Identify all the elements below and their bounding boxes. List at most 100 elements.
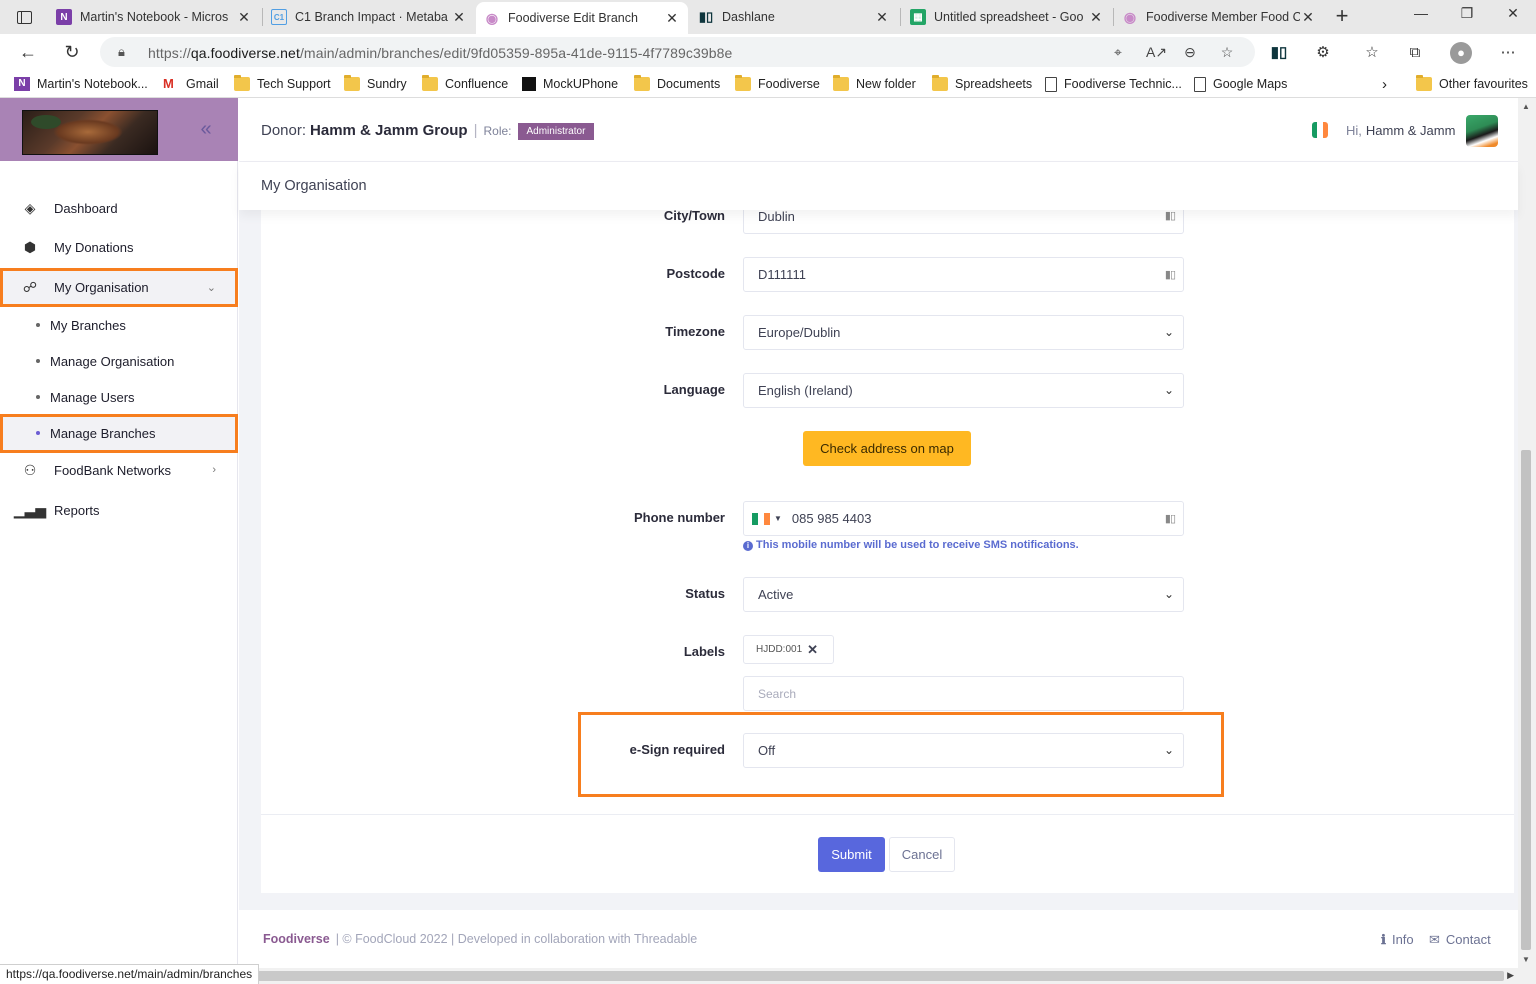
close-window-button[interactable]: ✕ <box>1490 5 1536 29</box>
sidebar-item-foodbank-networks[interactable]: ⚇ FoodBank Networks › <box>0 451 238 489</box>
sidebar-item-reports[interactable]: ▁▃▅ Reports <box>0 491 238 529</box>
profile-icon[interactable]: ● <box>1450 42 1472 64</box>
bookmark-item[interactable]: N Martin's Notebook... <box>14 75 148 93</box>
dashlane-field-icon[interactable]: ▮▯ <box>1165 512 1176 525</box>
sidebar-item-dashboard[interactable]: ◈ Dashboard <box>0 189 238 227</box>
url-bar[interactable]: 🔒︎ https://qa.foodiverse.net/main/admin/… <box>100 37 1255 67</box>
folder-icon <box>234 75 250 91</box>
zoom-out-icon[interactable]: ⊖ <box>1180 42 1200 62</box>
timezone-select[interactable]: Europe/Dublin ⌄ <box>743 315 1184 350</box>
dashlane-field-icon[interactable]: ▮▯ <box>1165 268 1176 281</box>
bookmark-folder[interactable]: Documents <box>634 75 720 93</box>
language-select[interactable]: English (Ireland) ⌄ <box>743 373 1184 408</box>
postcode-label: Postcode <box>666 266 725 281</box>
bookmark-folder[interactable]: Tech Support <box>234 75 331 93</box>
sidebar-item-my-donations[interactable]: ⬢ My Donations <box>0 228 238 266</box>
foodiverse-icon: ◉ <box>1123 8 1137 25</box>
scroll-up-icon[interactable]: ▲ <box>1522 102 1530 111</box>
ireland-flag-icon[interactable] <box>752 512 770 525</box>
scroll-down-icon[interactable]: ▼ <box>1522 955 1530 964</box>
minimize-button[interactable]: — <box>1398 5 1444 29</box>
avatar[interactable] <box>1466 115 1498 147</box>
bookmark-folder[interactable]: New folder <box>833 75 916 93</box>
sidebar-item-label: Manage Branches <box>50 425 156 441</box>
label-tag: HJDD:001 ✕ <box>743 635 834 664</box>
user-greeting[interactable]: Hi, Hamm & Jamm <box>1346 123 1455 138</box>
esign-required-select[interactable]: Off ⌄ <box>743 733 1184 768</box>
page-footer: Foodiverse | © FoodCloud 2022 | Developed… <box>239 912 1518 968</box>
submit-button[interactable]: Submit <box>818 837 885 872</box>
sidebar-item-my-organisation[interactable]: ☍ My Organisation ⌄ <box>0 268 238 306</box>
restore-button[interactable]: ❐ <box>1444 5 1490 29</box>
close-tab-icon[interactable]: ✕ <box>236 9 252 26</box>
new-tab-button[interactable]: + <box>1330 5 1354 29</box>
scroll-right-icon[interactable]: ▶ <box>1507 970 1514 981</box>
location-icon[interactable]: ⌖ <box>1108 42 1128 62</box>
tab-actions-icon[interactable] <box>10 6 38 28</box>
tab-foodiverse-edit-branch[interactable]: ◉ Foodiverse Edit Branch ✕ <box>476 2 688 34</box>
dashlane-field-icon[interactable]: ▮▯ <box>1165 209 1176 222</box>
bookmark-item[interactable]: M Gmail <box>163 75 219 93</box>
page-icon <box>1194 76 1206 92</box>
tab-foodiverse-member[interactable]: ◉ Foodiverse Member Food C ✕ <box>1114 2 1324 32</box>
bookmark-item[interactable]: MockUPhone <box>522 75 618 93</box>
settings-more-icon[interactable]: ⋯ <box>1497 42 1519 64</box>
status-select[interactable]: Active ⌄ <box>743 577 1184 612</box>
sidebar-subitem-manage-branches[interactable]: Manage Branches <box>0 416 238 450</box>
bookmark-item[interactable]: Foodiverse Technic... <box>1045 75 1182 93</box>
donor-name: Hamm & Jamm Group <box>310 122 468 139</box>
bookmark-folder[interactable]: Confluence <box>422 75 508 93</box>
address-bar-row: ← ↻ 🔒︎ https://qa.foodiverse.net/main/ad… <box>0 34 1536 70</box>
labels-search-input[interactable]: Search <box>743 676 1184 711</box>
dashlane-extension-icon[interactable]: ▮▯ <box>1268 42 1290 64</box>
bookmark-folder[interactable]: Foodiverse <box>735 75 820 93</box>
url-text[interactable]: https://qa.foodiverse.net/main/admin/bra… <box>148 45 732 61</box>
footer-contact-link[interactable]: ✉ Contact <box>1429 932 1491 948</box>
extensions-icon[interactable]: ⚙ <box>1312 42 1334 64</box>
postcode-input[interactable]: D111111 ▮▯ <box>743 257 1184 292</box>
collections-icon[interactable]: ⧉ <box>1404 42 1426 64</box>
tab-google-sheets[interactable]: ▦ Untitled spreadsheet - Goo ✕ <box>902 2 1112 32</box>
tab-dashlane[interactable]: ▮▯ Dashlane ✕ <box>690 2 898 32</box>
phone-hint: i This mobile number will be used to rece… <box>743 539 1079 551</box>
footer-brand-link[interactable]: Foodiverse <box>263 932 330 946</box>
cancel-button[interactable]: Cancel <box>889 837 955 872</box>
other-favourites[interactable]: Other favourites <box>1416 75 1528 93</box>
sidebar-subitem-my-branches[interactable]: My Branches <box>0 308 238 342</box>
chevron-down-icon: ⌄ <box>1163 325 1174 339</box>
close-tab-icon[interactable]: ✕ <box>664 10 680 27</box>
footer-info-link[interactable]: ℹ Info <box>1381 932 1414 948</box>
collapse-sidebar-icon[interactable]: « <box>194 118 218 142</box>
read-aloud-icon[interactable]: A↗ <box>1146 42 1167 62</box>
bookmark-item[interactable]: Google Maps <box>1194 75 1287 93</box>
favourites-bar: N Martin's Notebook... M Gmail Tech Suppor… <box>0 70 1536 98</box>
back-icon[interactable]: ← <box>16 40 40 64</box>
check-address-on-map-button[interactable]: Check address on map <box>803 431 971 466</box>
close-tab-icon[interactable]: ✕ <box>1300 9 1316 26</box>
vertical-scrollbar[interactable]: ▲ ▼ <box>1518 98 1536 968</box>
sidebar-header: « <box>0 98 238 161</box>
add-favourite-icon[interactable]: ☆ <box>1217 42 1237 62</box>
chevron-right-icon[interactable]: › <box>1382 75 1387 93</box>
sidebar-item-label: My Donations <box>54 239 134 255</box>
favourites-icon[interactable]: ☆ <box>1361 42 1383 64</box>
scrollbar-thumb[interactable] <box>1521 450 1531 950</box>
close-tab-icon[interactable]: ✕ <box>874 9 890 26</box>
phone-input[interactable]: ▼ 085 985 4403 ▮▯ <box>743 501 1184 536</box>
caret-down-icon[interactable]: ▼ <box>774 514 782 523</box>
divider <box>261 814 1514 815</box>
remove-tag-icon[interactable]: ✕ <box>807 642 818 658</box>
ireland-flag-icon[interactable] <box>1312 122 1328 138</box>
sidebar-item-label: Manage Organisation <box>50 353 175 369</box>
tab-title: C1 Branch Impact · Metaba <box>295 10 448 24</box>
bookmark-folder[interactable]: Spreadsheets <box>932 75 1032 93</box>
sidebar-subitem-manage-users[interactable]: Manage Users <box>0 380 238 414</box>
sidebar: « ◈ Dashboard ⬢ My Donations ☍ My Organi… <box>0 98 238 968</box>
refresh-icon[interactable]: ↻ <box>60 40 84 64</box>
sidebar-subitem-manage-organisation[interactable]: Manage Organisation <box>0 344 238 378</box>
bookmark-folder[interactable]: Sundry <box>344 75 407 93</box>
tab-metabase[interactable]: C1 C1 Branch Impact · Metaba ✕ <box>263 2 475 32</box>
close-tab-icon[interactable]: ✕ <box>1088 9 1104 26</box>
tab-onenote[interactable]: N Martin's Notebook - Micros ✕ <box>48 2 260 32</box>
close-tab-icon[interactable]: ✕ <box>451 9 467 26</box>
